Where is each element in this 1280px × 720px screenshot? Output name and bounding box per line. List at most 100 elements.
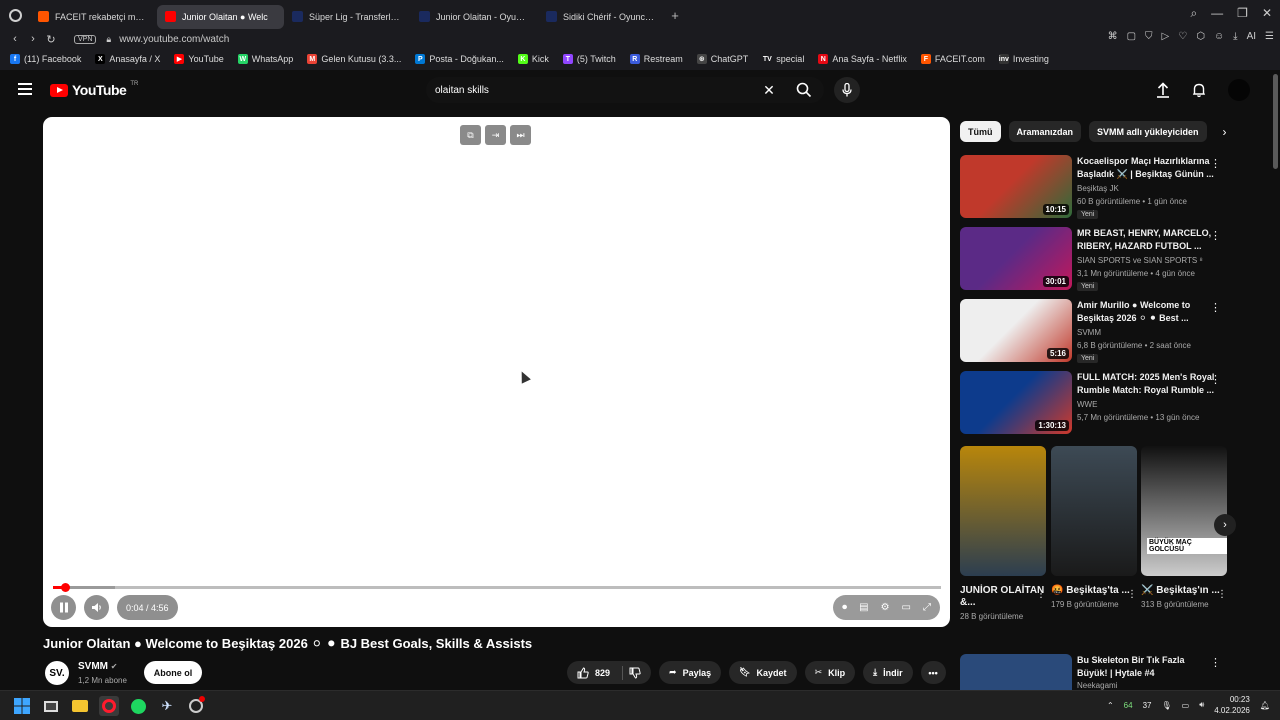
video-player[interactable]: ⧉ ⇥ ⏭ 0:04 / 4:56 ⏺ ▤ ⚙ ▭ ⤢ <box>43 117 950 627</box>
scrollbar-thumb[interactable] <box>1273 74 1278 169</box>
theater-mode-icon[interactable]: ▭ <box>902 602 911 613</box>
shield-icon[interactable]: ⛉ <box>1145 31 1153 42</box>
lock-icon[interactable]: 🔒︎ <box>106 34 111 45</box>
search-input[interactable]: olaitan skills <box>426 85 754 96</box>
subtitles-icon[interactable]: ▤ <box>859 602 868 613</box>
vpn-badge[interactable]: VPN <box>74 34 97 44</box>
search-tabs-icon[interactable]: ⌕ <box>1190 6 1197 21</box>
short-title[interactable]: 🤬 Beşiktaş'ta ... <box>1051 585 1137 597</box>
clip-button[interactable]: ✂ Klip <box>804 661 856 684</box>
short-title[interactable]: JUNİOR OLAİTAN &... <box>960 585 1046 609</box>
short-thumbnail[interactable] <box>1051 446 1137 576</box>
forward-icon[interactable]: › <box>24 33 42 45</box>
recommendation-item[interactable]: 5:16 Amir Murillo ● Welcome to Beşiktaş … <box>960 299 1235 363</box>
more-vert-icon[interactable]: ⋮ <box>1210 229 1221 242</box>
autoplay-toggle[interactable]: ⏺ <box>842 602 847 613</box>
ai-icon[interactable]: AI <box>1247 31 1256 42</box>
bookmark-item[interactable]: TV special <box>762 54 804 64</box>
more-vert-icon[interactable]: ⋮ <box>1036 589 1046 600</box>
heart-icon[interactable]: ♡ <box>1178 31 1187 42</box>
bookmark-item[interactable]: f (11) Facebook <box>10 54 81 64</box>
shorts-next-button[interactable]: › <box>1214 514 1236 536</box>
notification-bell-icon[interactable]: 🔔︎ <box>1260 701 1270 710</box>
page-scrollbar[interactable] <box>1273 74 1278 684</box>
filter-chip[interactable]: SVMM adlı yükleyiciden <box>1089 121 1207 142</box>
short-item[interactable]: JUNİOR OLAİTAN &... 28 B görüntüleme ⋮ <box>960 446 1046 622</box>
browser-tab[interactable]: FACEIT rekabetçi maç - FA <box>30 5 157 29</box>
bookmark-item[interactable]: W WhatsApp <box>237 54 293 64</box>
upload-icon[interactable] <box>1156 82 1170 98</box>
windows-start-icon[interactable] <box>12 696 32 716</box>
steam-icon[interactable]: ✈ <box>157 696 177 716</box>
channel-name[interactable]: WWE <box>1077 400 1097 409</box>
short-item[interactable]: 🤬 Beşiktaş'ta ... 179 B görüntüleme ⋮ <box>1051 446 1137 610</box>
short-thumbnail[interactable] <box>960 446 1046 576</box>
video-thumbnail[interactable]: 10:15 <box>960 155 1072 218</box>
search-button[interactable] <box>784 77 824 103</box>
bookmark-item[interactable]: M Gelen Kutusu (3.3... <box>307 54 401 64</box>
recommendation-item[interactable]: 10:15 Kocaelispor Maçı Hazırlıklarına Ba… <box>960 155 1235 219</box>
fullscreen-icon[interactable]: ⤢ <box>923 602 931 613</box>
share-button[interactable]: ➦ Paylaş <box>659 661 722 684</box>
back-icon[interactable]: ‹ <box>6 33 24 45</box>
channel-name[interactable]: SVMM ✔ <box>78 661 117 672</box>
bookmark-item[interactable]: T (5) Twitch <box>562 54 616 64</box>
skip-next-icon[interactable]: ⏭ <box>510 125 531 145</box>
bookmark-item[interactable]: F FACEIT.com <box>920 54 985 64</box>
account-avatar[interactable] <box>1228 79 1250 101</box>
more-vert-icon[interactable]: ⋮ <box>1210 157 1221 170</box>
profile-icon[interactable]: ☺ <box>1214 31 1224 42</box>
easy-setup-icon[interactable]: ☰ <box>1265 31 1274 42</box>
close-window-icon[interactable]: ✕ <box>1262 6 1272 21</box>
thumbs-down-icon[interactable] <box>629 667 641 679</box>
download-button[interactable]: ⤓ İndir <box>863 661 913 684</box>
system-clock[interactable]: 00:23 4.02.2026 <box>1214 694 1250 716</box>
reload-icon[interactable]: ↻ <box>42 33 60 46</box>
bookmark-item[interactable]: K Kick <box>517 54 549 64</box>
menu-icon[interactable] <box>18 83 32 95</box>
chips-next-icon[interactable]: › <box>1223 125 1227 139</box>
bookmark-item[interactable]: R Restream <box>629 54 683 64</box>
scrubber-handle[interactable] <box>60 583 70 592</box>
video-thumbnail[interactable] <box>960 654 1072 690</box>
channel-name[interactable]: SIAN SPORTS ve SIAN SPORTS ⁸ <box>1077 256 1203 265</box>
tray-overflow-icon[interactable]: ⌃ <box>1107 701 1114 710</box>
url-field[interactable]: www.youtube.com/watch <box>119 34 229 45</box>
opera-logo-icon[interactable] <box>0 0 30 30</box>
save-button[interactable]: 🔖︎ Kaydet <box>729 661 797 684</box>
speaker-icon[interactable]: 🔊︎ <box>1199 700 1204 710</box>
network-icon[interactable]: ▭ <box>1182 701 1190 710</box>
recommendation-item[interactable]: Bu Skeleton Bir Tık Fazla Büyük! | Hytal… <box>960 654 1235 690</box>
channel-name[interactable]: SVMM <box>1077 328 1101 337</box>
new-tab-button[interactable]: + <box>665 8 685 23</box>
minimize-icon[interactable]: — <box>1211 6 1223 21</box>
opera-browser-icon[interactable] <box>99 696 119 716</box>
browser-tab[interactable]: Junior Olaitan - Oyuncu p <box>411 5 538 29</box>
video-thumbnail[interactable]: 30:01 <box>960 227 1072 290</box>
player-icon[interactable]: ▷ <box>1162 31 1170 42</box>
overwolf-icon[interactable] <box>186 696 206 716</box>
video-title[interactable]: MR BEAST, HENRY, MARCELO, RIBERY, HAZARD… <box>1077 227 1215 253</box>
pause-button[interactable] <box>51 595 76 620</box>
like-button[interactable]: 829 <box>567 661 652 684</box>
bookmark-item[interactable]: P Posta - Doğukan... <box>415 54 504 64</box>
progress-bar[interactable] <box>53 583 941 592</box>
video-title[interactable]: FULL MATCH: 2025 Men's Royal Rumble Matc… <box>1077 371 1215 397</box>
settings-gear-icon[interactable]: ⚙ <box>881 602 890 613</box>
download-icon[interactable]: ⤓ <box>1233 31 1237 42</box>
task-view-icon[interactable] <box>41 696 61 716</box>
bookmark-item[interactable]: ▶ YouTube <box>174 54 224 64</box>
short-thumbnail[interactable]: BÜYÜK MAÇ GOLCÜSÜ <box>1141 446 1227 576</box>
browser-tab[interactable]: Junior Olaitan ● Welc <box>157 4 284 29</box>
bookmark-item[interactable]: X Anasayfa / X <box>95 54 160 64</box>
video-title[interactable]: Bu Skeleton Bir Tık Fazla Büyük! | Hytal… <box>1077 654 1215 680</box>
volume-button[interactable] <box>84 595 109 620</box>
more-vert-icon[interactable]: ⋮ <box>1210 656 1221 669</box>
extensions-icon[interactable]: ⬡ <box>1196 31 1205 42</box>
more-vert-icon[interactable]: ⋮ <box>1210 373 1221 386</box>
browser-tab[interactable]: Süper Lig - Transferler 25 <box>284 5 411 29</box>
bookmark-item[interactable]: inv Investing <box>999 54 1049 64</box>
recommendation-item[interactable]: 30:01 MR BEAST, HENRY, MARCELO, RIBERY, … <box>960 227 1235 291</box>
more-actions-button[interactable]: ••• <box>920 661 946 684</box>
browser-tab[interactable]: Sidiki Chérif - Oyuncu prof <box>538 5 665 29</box>
